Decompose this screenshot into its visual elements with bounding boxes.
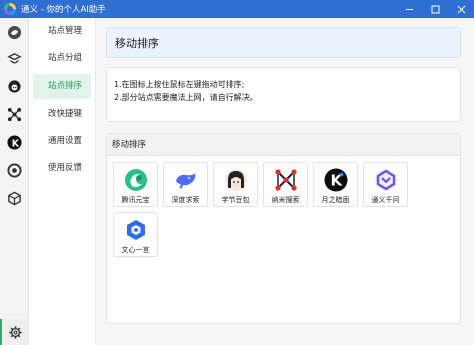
yuanbao-icon [124, 168, 148, 192]
settings-gear-icon[interactable] [0, 319, 29, 345]
svg-text:K: K [12, 138, 20, 149]
sort-tile-doubao[interactable]: 字节豆包 [213, 162, 258, 207]
main-panel: 移动排序 1.在图标上按住鼠标左键拖动可排序; 2.部分站点需要魔法上网，请自行… [96, 18, 474, 345]
wenxin-icon [124, 218, 148, 242]
app-logo-icon [4, 3, 16, 15]
tile-label: 月之暗面 [321, 196, 350, 204]
doubao-avatar-icon [224, 168, 248, 192]
nav-item-site-groups[interactable]: 站点分组 [33, 46, 91, 71]
tongyi-icon[interactable] [6, 24, 23, 41]
sort-tile-yuanbao[interactable]: 腾讯元宝 [113, 162, 158, 207]
kimi-icon: K [324, 168, 348, 192]
sort-card: 移动排序 腾讯元宝 深度求索 字节豆包 纳米搜索 K 月之暗面 通义千问 文心一… [106, 133, 461, 324]
tile-label: 纳米搜索 [271, 196, 300, 204]
title-bar: 通义 - 你的个人AI助手 [0, 0, 474, 18]
site-icon-rail: K [0, 18, 29, 345]
kimi-icon[interactable]: K [6, 134, 23, 151]
sort-tile-deepseek[interactable]: 深度求索 [163, 162, 208, 207]
page-title: 移动排序 [106, 27, 461, 58]
tips-card: 1.在图标上按住鼠标左键拖动可排序; 2.部分站点需要魔法上网，请自行解决。 [106, 67, 461, 122]
close-icon[interactable] [448, 0, 474, 18]
cube-icon[interactable] [6, 190, 23, 207]
window-controls [396, 0, 474, 18]
nav-item-general-settings[interactable]: 通用设置 [33, 129, 91, 154]
maximize-icon[interactable] [422, 0, 448, 18]
nav-item-site-management[interactable]: 站点管理 [33, 19, 91, 44]
sort-tile-wenxin[interactable]: 文心一言 [113, 212, 158, 257]
sort-card-title: 移动排序 [107, 134, 460, 156]
sort-tile-nami[interactable]: 纳米搜索 [263, 162, 308, 207]
nami-icon[interactable] [6, 106, 23, 123]
tile-label: 通义千问 [371, 196, 400, 204]
tile-label: 文心一言 [121, 246, 150, 254]
doubao-icon[interactable] [6, 78, 23, 95]
window-title: 通义 - 你的个人AI助手 [21, 5, 106, 15]
translate-icon[interactable] [6, 51, 23, 68]
nav-item-shortcuts[interactable]: 改快捷键 [33, 102, 91, 127]
tile-label: 腾讯元宝 [121, 196, 150, 204]
tip-line-1: 1.在图标上按住鼠标左键拖动可排序; [114, 80, 245, 89]
deepseek-whale-icon [174, 168, 198, 192]
sort-tile-tongyi[interactable]: 通义千问 [363, 162, 408, 207]
nami-icon [274, 168, 298, 192]
openai-icon[interactable] [6, 162, 23, 179]
settings-nav: 站点管理 站点分组 站点排序 改快捷键 通用设置 使用反馈 [29, 18, 96, 345]
tile-label: 字节豆包 [221, 196, 250, 204]
tile-label: 深度求索 [171, 196, 200, 204]
tongyi-icon [374, 168, 398, 192]
sort-tile-kimi[interactable]: K 月之暗面 [313, 162, 358, 207]
nav-item-feedback[interactable]: 使用反馈 [33, 156, 91, 181]
nav-item-site-sorting[interactable]: 站点排序 [33, 74, 91, 99]
tip-line-2: 2.部分站点需要魔法上网，请自行解决。 [114, 93, 258, 102]
minimize-icon[interactable] [396, 0, 422, 18]
